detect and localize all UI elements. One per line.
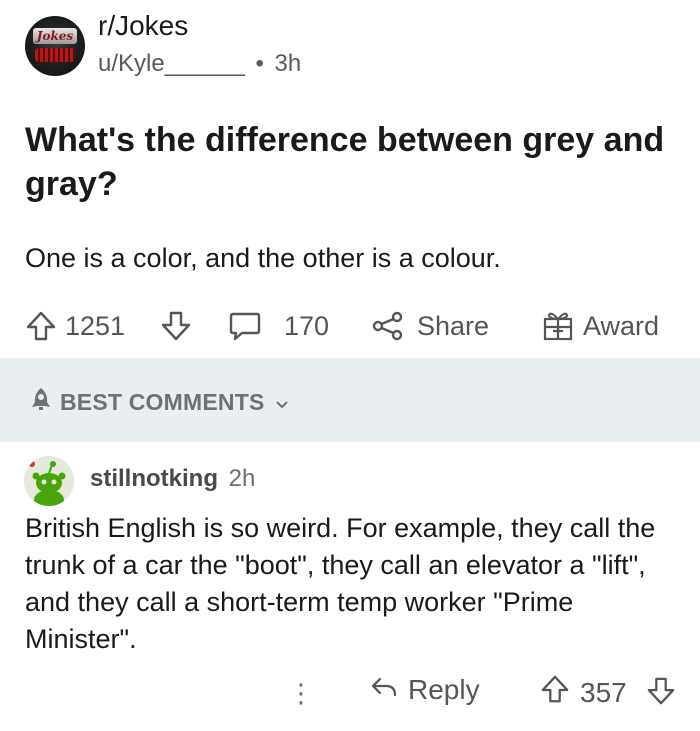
comment-upvote-group: 357 — [540, 674, 627, 711]
upvote-group: 1251 — [25, 306, 125, 346]
comment-author[interactable]: stillnotking — [90, 465, 218, 492]
post-score: 1251 — [65, 310, 126, 341]
downvote-arrow-icon[interactable] — [646, 676, 676, 711]
subreddit-name[interactable]: r/Jokes — [98, 10, 188, 42]
share-label: Share — [417, 310, 490, 341]
comment-action-bar: ⋮ Reply 357 — [0, 670, 700, 720]
comment-count: 170 — [284, 310, 330, 341]
sort-label: BEST COMMENTS — [60, 388, 265, 415]
award-button[interactable]: Award — [541, 306, 659, 346]
comments-button[interactable]: 170 — [228, 306, 329, 346]
downvote-button[interactable] — [160, 306, 192, 346]
subreddit-icon-text: Jokes — [36, 29, 74, 43]
post-header: Jokes r/Jokes u/Kyle______ • 3h — [25, 10, 675, 80]
post-title[interactable]: What's the difference between grey and g… — [25, 118, 685, 206]
upvote-arrow-icon[interactable] — [25, 310, 57, 342]
post-page: Jokes r/Jokes u/Kyle______ • 3h What's t… — [0, 0, 700, 731]
gift-box-icon — [541, 309, 575, 343]
reply-arrow-icon — [370, 674, 398, 706]
commenter-avatar[interactable] — [24, 456, 74, 506]
comment-sort-bar[interactable]: BEST COMMENTS — [0, 358, 700, 442]
comment-author-line: stillnotking 2h — [90, 465, 255, 493]
downvote-arrow-icon[interactable] — [160, 310, 192, 342]
speech-bubble-icon — [228, 310, 262, 342]
comment: stillnotking 2h British English is so we… — [0, 450, 700, 731]
upvote-arrow-icon[interactable] — [540, 674, 570, 711]
chevron-down-icon — [275, 389, 289, 416]
rocket-icon — [28, 386, 54, 418]
meta-separator: • — [255, 50, 264, 77]
subreddit-avatar[interactable]: Jokes — [25, 16, 85, 76]
reply-button[interactable]: Reply — [370, 674, 480, 706]
post-body: One is a color, and the other is a colou… — [25, 243, 501, 273]
vertical-dots-icon[interactable]: ⋮ — [288, 678, 314, 709]
share-button[interactable]: Share — [371, 306, 489, 346]
post-age: 3h — [274, 50, 302, 77]
reply-label: Reply — [408, 674, 480, 705]
jokes-logo-grill — [35, 48, 75, 62]
sort-selector[interactable]: BEST COMMENTS — [28, 386, 289, 418]
post-meta: u/Kyle______ • 3h — [98, 50, 301, 78]
comment-score: 357 — [580, 676, 627, 708]
post-action-bar: 1251 170 Share Award — [0, 300, 700, 354]
comment-body: British English is so weird. For example… — [25, 513, 656, 654]
post-author[interactable]: u/Kyle______ — [98, 50, 245, 77]
share-nodes-icon — [371, 310, 405, 342]
comment-age: 2h — [228, 465, 256, 492]
award-label: Award — [583, 310, 660, 341]
